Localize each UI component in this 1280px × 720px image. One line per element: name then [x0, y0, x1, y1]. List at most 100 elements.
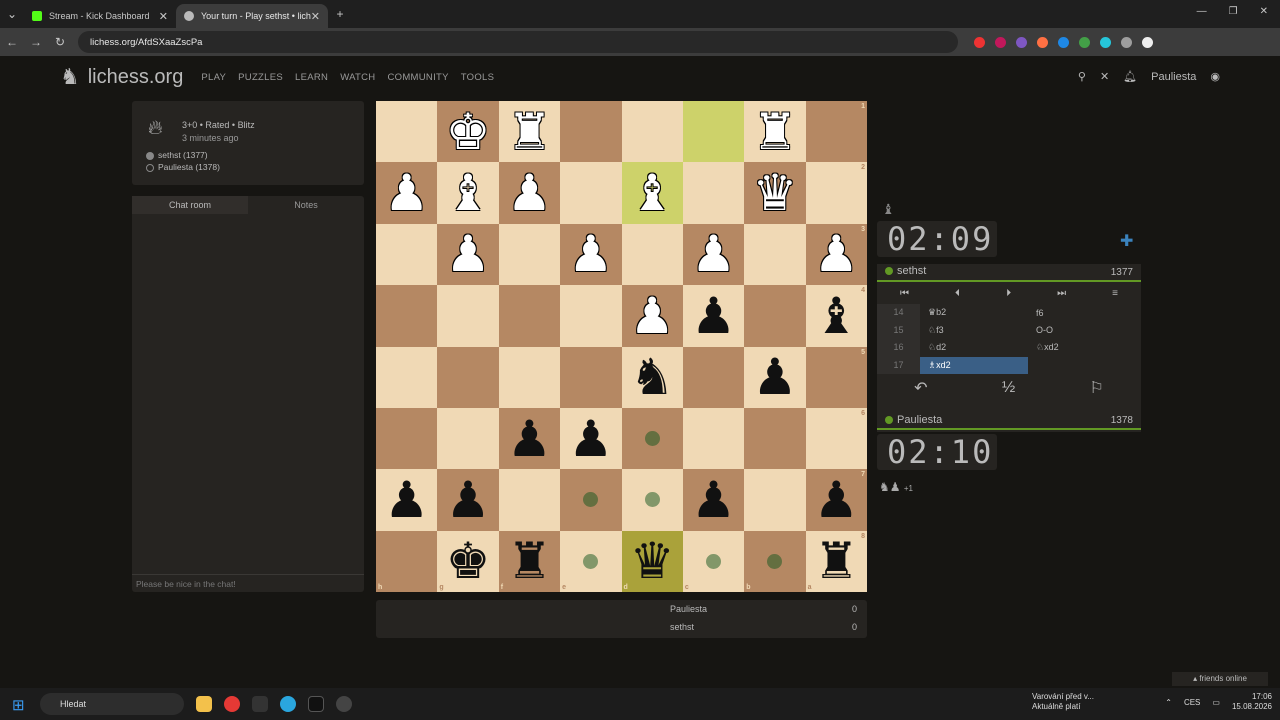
takeback-icon[interactable]: ↶ [914, 378, 927, 398]
friends-online-button[interactable]: ▴ friends online [1172, 672, 1268, 686]
extension-icon[interactable] [1037, 36, 1048, 48]
board-square[interactable] [682, 101, 745, 163]
black-move[interactable]: f6 [1028, 308, 1136, 318]
white-move[interactable]: ♘d2 [920, 342, 1028, 353]
board-square[interactable]: ♟ [682, 469, 745, 531]
board-square[interactable] [621, 469, 683, 531]
nav-learn[interactable]: LEARN [295, 72, 328, 83]
menu-icon[interactable]: ≡ [1112, 288, 1118, 299]
board-square[interactable] [498, 223, 561, 286]
board-square[interactable] [376, 346, 438, 408]
file-explorer-icon[interactable] [196, 696, 212, 712]
white-move[interactable]: ♗xd2 [920, 356, 1028, 374]
user-menu[interactable]: Pauliesta [1151, 71, 1196, 83]
white-move[interactable]: ♘f3 [920, 325, 1028, 336]
board-square[interactable] [682, 162, 745, 224]
last-move-icon[interactable]: ⏭ [1057, 288, 1066, 299]
board-square[interactable]: ♟ [682, 285, 745, 347]
board-square[interactable] [437, 285, 499, 347]
nav-tools[interactable]: TOOLS [461, 72, 495, 83]
board-square[interactable]: 5 [805, 346, 867, 408]
url-input[interactable]: lichess.org/AfdSXaaZscPa [78, 31, 958, 53]
legal-move-dot[interactable] [767, 553, 783, 569]
extension-icon[interactable] [995, 36, 1006, 48]
white-bishop-piece[interactable]: ♝ [630, 168, 675, 218]
board-square[interactable] [682, 407, 745, 470]
board-square[interactable] [682, 346, 745, 408]
board-square[interactable]: ♟ [498, 162, 561, 224]
tab-kick[interactable]: Stream - Kick Dashboard ✕ [24, 4, 176, 28]
board-square[interactable]: ♟ [437, 469, 499, 531]
obs-icon[interactable] [252, 696, 268, 712]
tab-lichess[interactable]: Your turn - Play sethst • lich ✕ [176, 4, 328, 28]
board-square[interactable]: 2 [805, 162, 867, 224]
close-tab-icon[interactable]: ✕ [311, 10, 320, 23]
first-move-icon[interactable]: ⏮ [900, 288, 909, 299]
board-square[interactable] [560, 285, 622, 347]
white-bishop-piece[interactable]: ♝ [446, 168, 491, 218]
board-square[interactable]: ♟ [437, 223, 499, 286]
black-pawn-piece[interactable]: ♟ [814, 475, 859, 525]
opponent-name[interactable]: sethst [897, 265, 926, 277]
board-square[interactable]: 6 [805, 407, 867, 470]
board-square[interactable]: ♞ [621, 346, 683, 408]
extensions-puzzle-icon[interactable] [1121, 36, 1132, 48]
board-square[interactable] [744, 223, 806, 286]
board-square[interactable] [744, 469, 806, 531]
board-square[interactable] [376, 101, 438, 163]
black-knight-piece[interactable]: ♞ [630, 352, 675, 402]
black-bishop-piece[interactable]: ♝ [814, 291, 859, 341]
profile-avatar-icon[interactable] [1142, 36, 1153, 48]
board-square[interactable]: e [560, 530, 622, 592]
network-icon[interactable]: ▭ [1212, 698, 1220, 707]
user-avatar-icon[interactable]: ◉ [1210, 70, 1220, 83]
clock-tray[interactable]: 17:06 15.08.2026 [1232, 692, 1272, 712]
black-move[interactable]: O-O [1028, 325, 1136, 335]
white-king-piece[interactable]: ♚ [446, 107, 491, 157]
board-square[interactable] [560, 469, 622, 531]
board-square[interactable]: ♚ g [437, 530, 499, 592]
board-square[interactable]: ♝ [621, 162, 683, 224]
prev-move-icon[interactable]: ⏴ [955, 288, 960, 299]
close-window-icon[interactable]: ✕ [1260, 6, 1268, 17]
legal-move-dot[interactable] [706, 553, 722, 569]
chrome-icon[interactable] [224, 696, 240, 712]
extension-icon[interactable] [1058, 36, 1069, 48]
black-move[interactable]: ♘xd2 [1028, 342, 1136, 353]
board-square[interactable] [621, 407, 683, 470]
black-king-piece[interactable]: ♚ [446, 536, 491, 586]
black-pawn-piece[interactable]: ♟ [691, 475, 736, 525]
black-rook-piece[interactable]: ♜ [507, 536, 552, 586]
black-pawn-piece[interactable]: ♟ [753, 352, 798, 402]
white-pawn-piece[interactable]: ♟ [568, 229, 613, 279]
board-square[interactable]: ♚ [437, 101, 499, 163]
board-square[interactable]: ♟ [560, 223, 622, 286]
white-rook-piece[interactable]: ♜ [753, 107, 798, 157]
board-square[interactable]: ♟ [621, 285, 683, 347]
black-queen-piece[interactable]: ♛ [630, 536, 675, 586]
board-square[interactable]: c [682, 530, 745, 592]
board-square[interactable] [560, 346, 622, 408]
black-pawn-piece[interactable]: ♟ [568, 414, 613, 464]
back-icon[interactable]: ← [0, 35, 24, 49]
white-queen-piece[interactable]: ♛ [753, 168, 798, 218]
board-square[interactable]: h [376, 530, 438, 592]
nav-puzzles[interactable]: PUZZLES [238, 72, 283, 83]
board-square[interactable] [437, 407, 499, 470]
nav-play[interactable]: PLAY [201, 72, 226, 83]
maximize-icon[interactable]: ❐ [1229, 6, 1238, 17]
board-square[interactable]: ♜ [498, 101, 561, 163]
me-name[interactable]: Pauliesta [897, 414, 942, 426]
white-pawn-piece[interactable]: ♟ [691, 229, 736, 279]
next-move-icon[interactable]: ⏵ [1006, 288, 1011, 299]
legal-move-dot[interactable] [644, 431, 660, 447]
app-icon[interactable] [336, 696, 352, 712]
black-pawn-piece[interactable]: ♟ [691, 291, 736, 341]
tab-notes[interactable]: Notes [248, 196, 364, 214]
board-square[interactable]: ♝ 4 [805, 285, 867, 347]
black-rook-piece[interactable]: ♜ [814, 536, 859, 586]
white-pawn-piece[interactable]: ♟ [507, 168, 552, 218]
close-tab-icon[interactable]: ✕ [159, 10, 168, 23]
chess-board[interactable]: ♚ ♜ ♜ 1 ♟ ♝ ♟ ♝ ♛ 2 ♟ ♟ ♟ ♟ 3 ♟ ♟ ♝ 4 ♞ ♟ 5 ♟ ♟ 6 ♟ ♟ ♟ ♟ 7 h ♚ g ♜ f e ♛ d c b… [376, 101, 867, 592]
white-rook-piece[interactable]: ♜ [507, 107, 552, 157]
